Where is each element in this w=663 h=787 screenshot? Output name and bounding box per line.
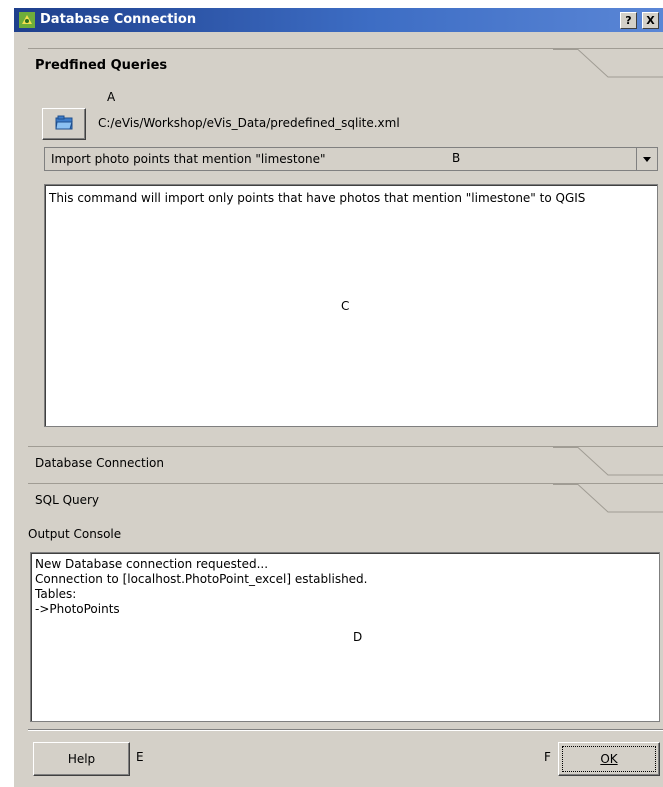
annotation-d: D — [353, 630, 363, 644]
title-bar[interactable]: Database Connection ? X — [14, 8, 663, 32]
qgis-icon — [19, 12, 35, 28]
toolbox-tab-sql-query[interactable]: SQL Query — [28, 483, 663, 518]
query-description-box[interactable]: This command will import only points tha… — [44, 184, 658, 427]
annotation-b: B — [452, 151, 461, 165]
close-button[interactable]: X — [642, 12, 659, 29]
tab-edge-graphic — [553, 447, 663, 476]
annotation-e: E — [136, 750, 144, 764]
tab-edge-graphic — [553, 49, 663, 78]
sql-query-header: SQL Query — [35, 493, 100, 507]
ok-button[interactable]: OK — [558, 742, 660, 776]
toolbox-tab-predefined-queries[interactable]: Predfined Queries — [28, 48, 663, 83]
dropdown-button[interactable] — [636, 148, 657, 170]
query-select-value: Import photo points that mention "limest… — [51, 152, 326, 166]
annotation-a: A — [107, 90, 116, 104]
help-button[interactable]: Help — [33, 742, 130, 776]
folder-open-icon — [55, 115, 73, 134]
file-path-label: C:/eVis/Workshop/eVis_Data/predefined_sq… — [98, 116, 400, 130]
database-connection-header: Database Connection — [35, 456, 164, 470]
tab-edge-graphic — [553, 484, 663, 513]
dialog-window: Database Connection ? X Predfined Querie… — [14, 8, 663, 787]
window-title: Database Connection — [40, 12, 197, 27]
divider — [28, 729, 663, 731]
predefined-queries-header: Predfined Queries — [35, 58, 168, 73]
query-select[interactable]: Import photo points that mention "limest… — [44, 147, 658, 171]
toolbox-tab-database-connection[interactable]: Database Connection — [28, 446, 663, 481]
annotation-f: F — [544, 750, 551, 764]
output-console-text: New Database connection requested... Con… — [35, 557, 368, 616]
annotation-c: C — [341, 299, 350, 313]
open-file-button[interactable] — [42, 108, 86, 140]
help-title-button[interactable]: ? — [620, 12, 637, 29]
output-console-label: Output Console — [28, 527, 122, 541]
query-description-text: This command will import only points tha… — [49, 191, 586, 205]
chevron-down-icon — [643, 157, 651, 162]
output-console[interactable]: New Database connection requested... Con… — [30, 552, 660, 722]
